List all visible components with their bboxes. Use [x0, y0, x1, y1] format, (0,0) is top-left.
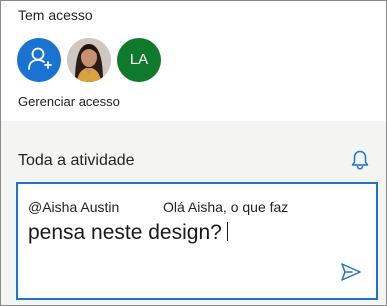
text-caret: [226, 222, 229, 241]
person-photo-image: [67, 38, 111, 82]
add-person-button[interactable]: [17, 38, 61, 82]
access-section: Tem acesso LA Gerenciar acesso: [1, 1, 386, 121]
share-panel: Tem acesso LA Gerenciar acesso Toda a at…: [0, 0, 387, 306]
send-button[interactable]: [340, 262, 362, 282]
avatar-photo[interactable]: [67, 38, 111, 82]
person-add-icon: [28, 47, 52, 70]
comment-text-line2-text: pensa neste design?: [28, 221, 222, 244]
avatar-initials[interactable]: LA: [117, 38, 161, 82]
send-icon: [341, 263, 361, 281]
comment-text-line2: pensa neste design?: [28, 221, 229, 245]
activity-section: Toda a atividade @Aisha Austin Olá Aisha…: [1, 121, 386, 305]
comment-text-line1: Olá Aisha, o que faz: [163, 199, 289, 215]
manage-access-link[interactable]: Gerenciar acesso: [18, 94, 120, 109]
activity-title: Toda a atividade: [18, 152, 135, 169]
access-title: Tem acesso: [18, 7, 93, 23]
mention-tag: @Aisha Austin: [28, 199, 120, 215]
bell-icon[interactable]: [349, 149, 371, 171]
comment-input[interactable]: @Aisha Austin Olá Aisha, o que faz pensa…: [16, 182, 378, 300]
